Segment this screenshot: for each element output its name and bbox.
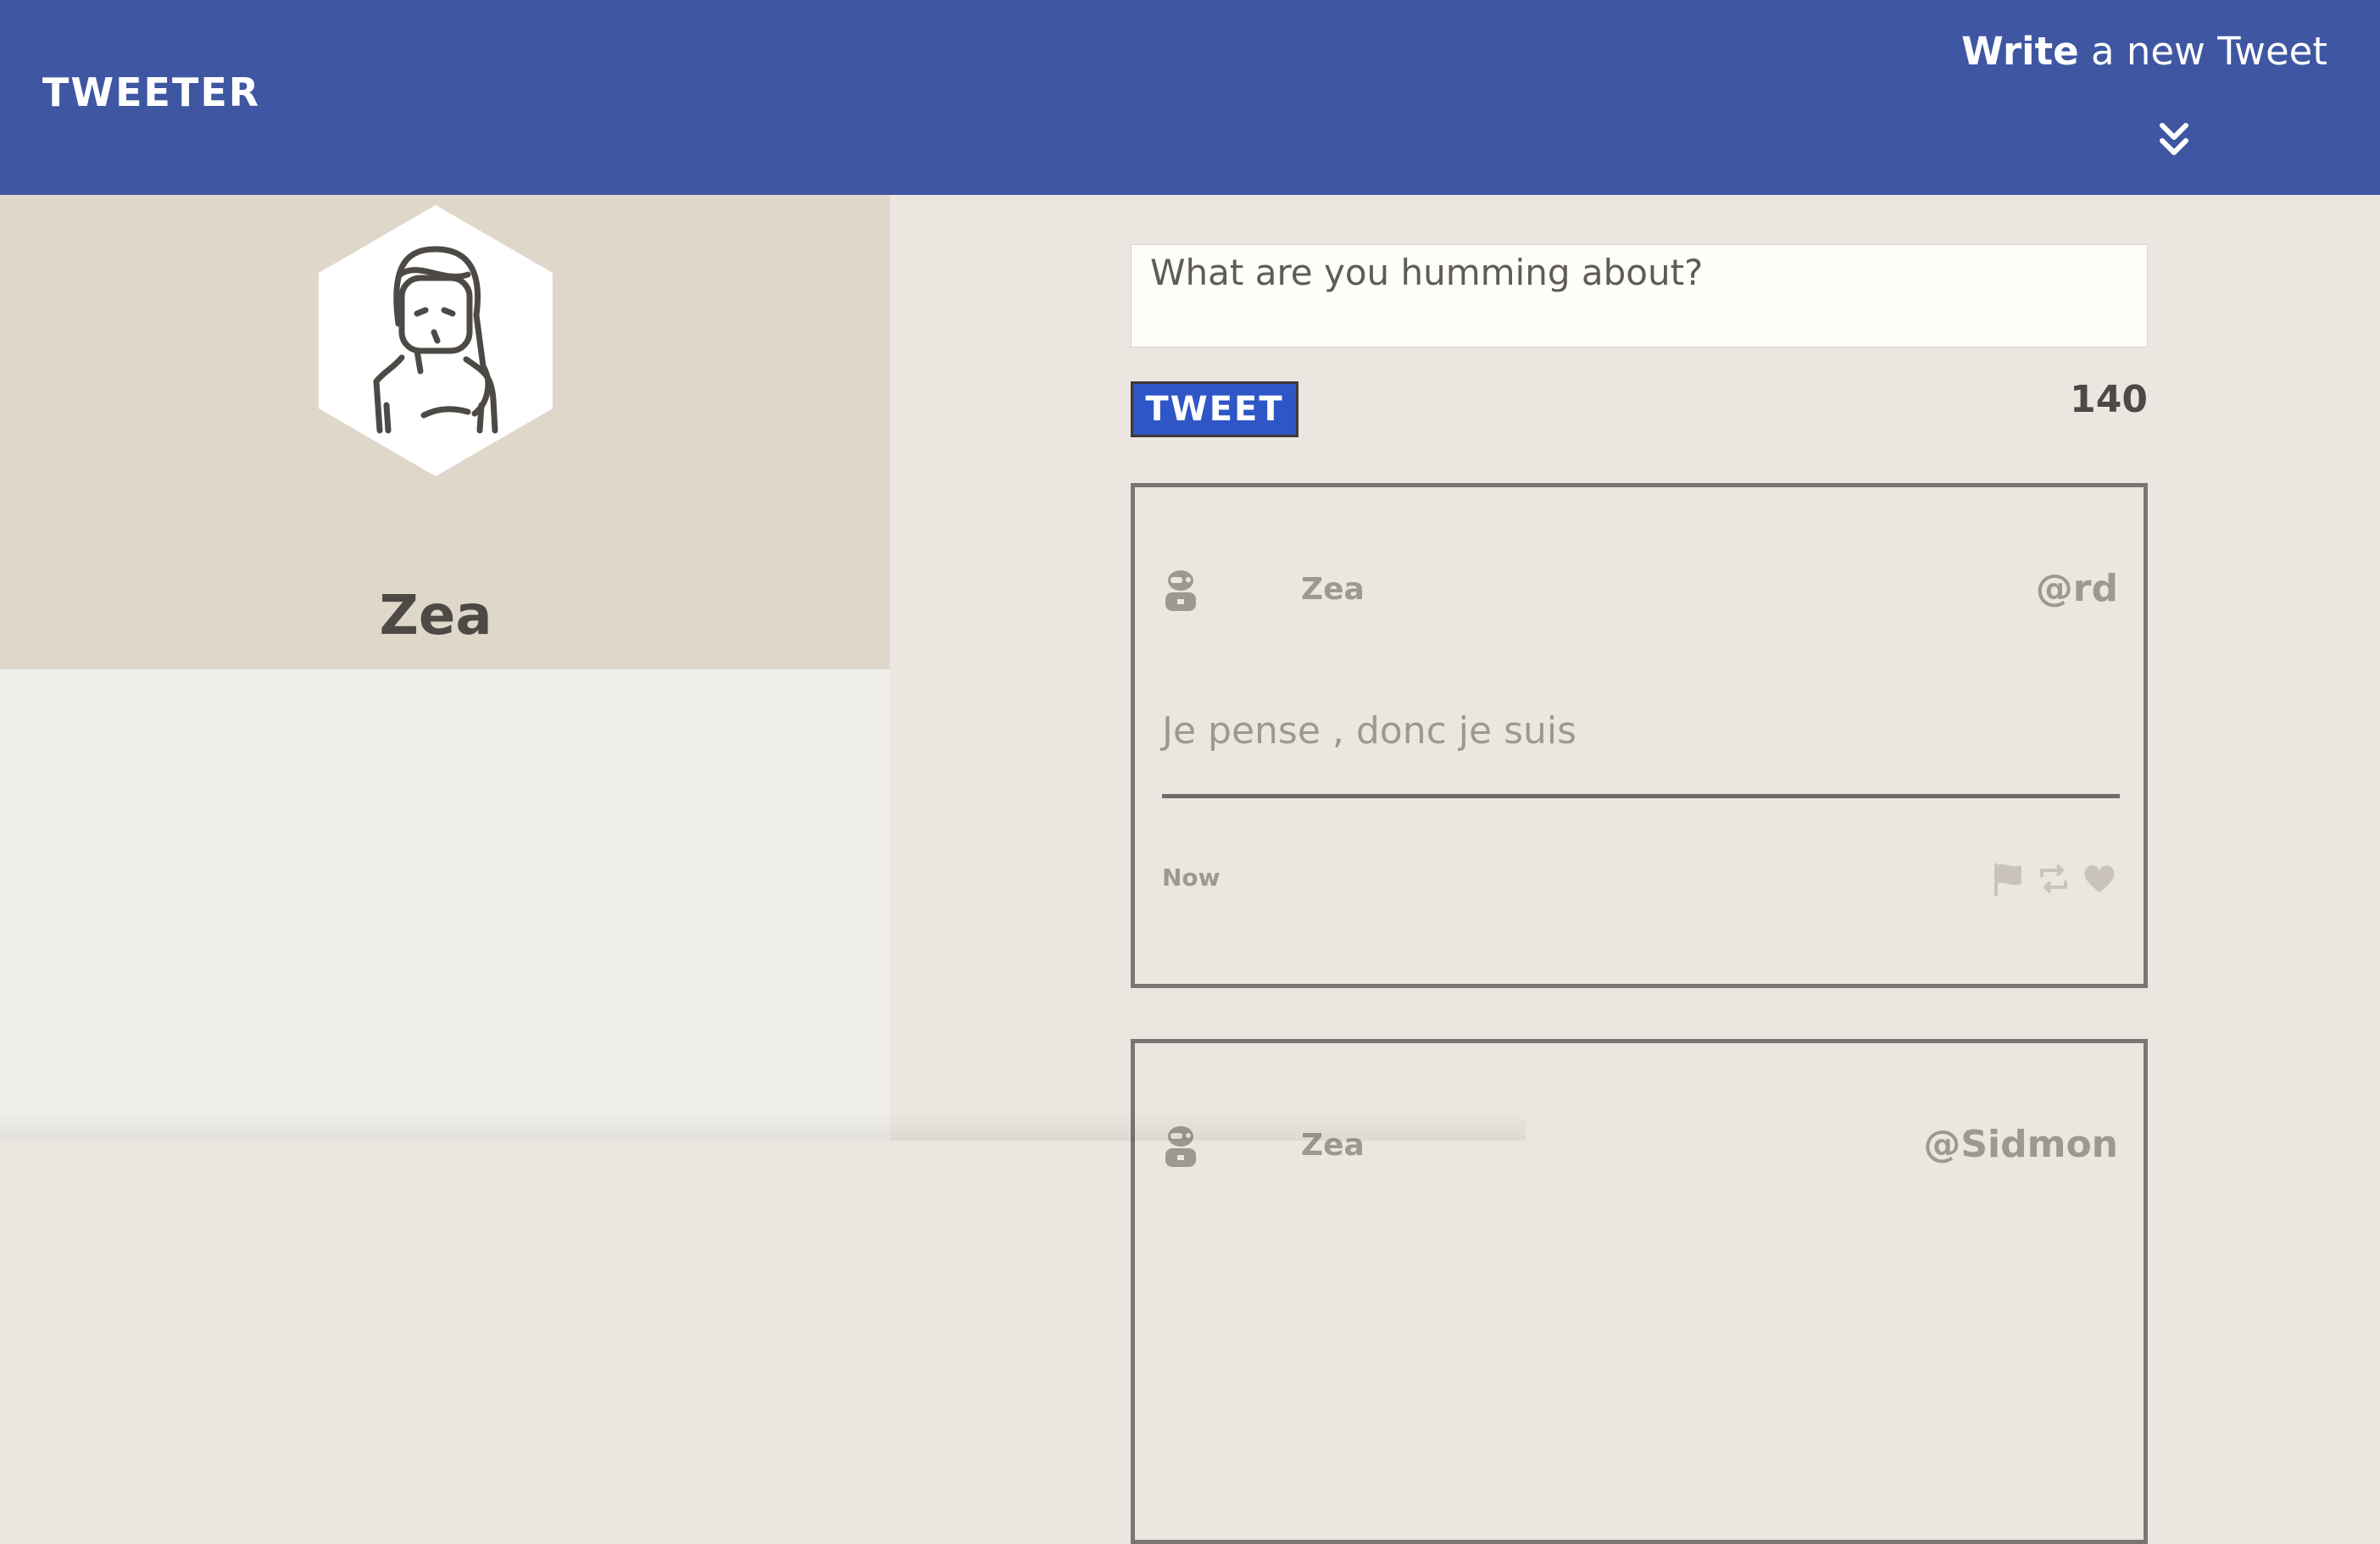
tweet-button[interactable]: TWEET [1131, 381, 1298, 437]
top-nav: TWEETER Write a new Tweet [0, 0, 2380, 195]
tweet-card: Zea @rd Je pense , donc je suis Now [1131, 483, 2148, 988]
compose-toggle-rest: a new Tweet [2078, 29, 2327, 74]
compose-toggle-bold: Write [1961, 29, 2079, 74]
compose-toggle[interactable]: Write a new Tweet [1961, 29, 2327, 74]
tweet-divider [1162, 794, 2120, 798]
woman-avatar-icon [319, 205, 553, 476]
tweet-handle: @rd [2035, 567, 2118, 610]
profile-name: Zea [379, 585, 492, 647]
flag-icon[interactable] [1989, 860, 2027, 897]
new-tweet-box [1131, 244, 2148, 347]
sidebar-lower [0, 669, 890, 1141]
double-chevron-down-icon[interactable] [2157, 120, 2191, 158]
tweet-content: Je pense , donc je suis [1162, 709, 1577, 753]
heart-icon[interactable] [2081, 860, 2118, 897]
bottom-shadow [0, 1110, 1526, 1141]
tweet-input[interactable] [1132, 245, 2147, 347]
tweet-timestamp: Now [1162, 864, 1221, 891]
robot-avatar-icon [1165, 570, 1196, 611]
retweet-icon[interactable] [2035, 860, 2072, 897]
character-counter: 140 [2070, 378, 2148, 421]
brand-logo[interactable]: TWEETER [42, 69, 260, 115]
tweet-handle: @Sidmon [1923, 1123, 2118, 1166]
tweet-actions [1989, 860, 2118, 897]
tweet-author: Zea [1301, 572, 1365, 607]
